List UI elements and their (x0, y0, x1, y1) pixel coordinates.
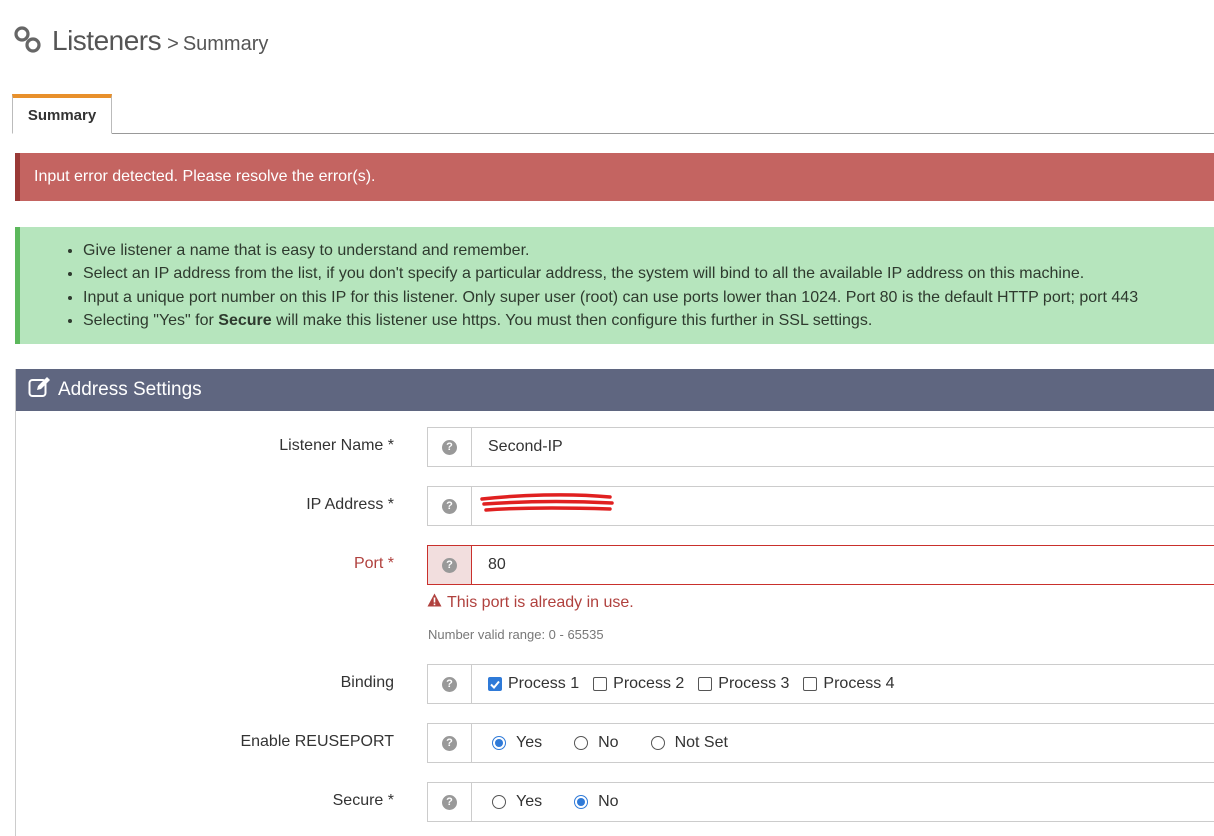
page-header: Listeners > Summary (14, 22, 268, 57)
binding-option-label: Process 1 (508, 675, 580, 692)
radio-label: No (598, 734, 619, 751)
help-icon[interactable]: ? (428, 428, 472, 466)
reuseport-no[interactable]: No (572, 734, 619, 752)
info-item-text: Selecting "Yes" for (83, 311, 219, 329)
info-item: Give listener a name that is easy to und… (83, 239, 1214, 262)
radio[interactable] (492, 795, 506, 809)
edit-icon (28, 376, 52, 404)
panel-header: Address Settings (16, 369, 1214, 411)
error-banner: Input error detected. Please resolve the… (15, 153, 1214, 201)
radio-label: Yes (516, 734, 543, 751)
breadcrumb-separator: > (167, 33, 179, 55)
panel-title: Address Settings (58, 379, 202, 400)
error-banner-text: Input error detected. Please resolve the… (34, 168, 376, 185)
checkbox[interactable] (698, 677, 713, 691)
binding-field: ? Process 1 Process 2 Process 3 Process … (427, 664, 1214, 704)
reuseport-not-set[interactable]: Not Set (649, 734, 728, 752)
binding-option-label: Process 2 (613, 675, 685, 692)
ip-address-label: IP Address * (306, 496, 394, 513)
info-item-text: will make this listener use https. You m… (271, 311, 873, 329)
port-field[interactable]: ? 80 (427, 545, 1214, 585)
tab-bar: Summary (12, 94, 1214, 134)
help-icon[interactable]: ? (428, 487, 472, 525)
port-hint: Number valid range: 0 - 65535 (428, 627, 604, 642)
radio[interactable] (650, 736, 665, 750)
radio-selected[interactable] (574, 795, 589, 809)
breadcrumb-current: Summary (182, 33, 269, 55)
radio-label: No (598, 793, 619, 810)
port-error-text: This port is already in use. (447, 593, 634, 611)
help-icon[interactable]: ? (428, 783, 472, 821)
ip-address-field[interactable]: ? (427, 486, 1214, 526)
binding-label: Binding (340, 674, 394, 691)
binding-process-4[interactable]: Process 4 (803, 675, 895, 693)
info-item: Select an IP address from the list, if y… (83, 262, 1214, 285)
radio-label: Not Set (674, 734, 728, 751)
port-label: Port * (353, 555, 394, 572)
secure-no[interactable]: No (572, 793, 619, 811)
info-list: Give listener a name that is easy to und… (20, 227, 1214, 332)
binding-process-2[interactable]: Process 2 (593, 675, 684, 693)
radio-label: Yes (516, 793, 543, 810)
checkbox-checked[interactable] (488, 677, 502, 691)
help-icon[interactable]: ? (428, 665, 472, 703)
help-icon[interactable]: ? (428, 546, 472, 584)
reuseport-label: Enable REUSEPORT (240, 733, 394, 750)
tab-summary[interactable]: Summary (12, 94, 112, 134)
secure-options: Yes No (490, 793, 649, 811)
info-item: Input a unique port number on this IP fo… (83, 286, 1214, 309)
info-box: Give listener a name that is easy to und… (15, 227, 1214, 344)
reuseport-yes[interactable]: Yes (490, 734, 542, 752)
checkbox[interactable] (593, 677, 608, 691)
binding-process-1[interactable]: Process 1 (488, 675, 579, 693)
radio-selected[interactable] (492, 736, 506, 750)
reuseport-options: Yes No Not Set (490, 734, 758, 752)
info-item: Selecting "Yes" for Secure will make thi… (83, 309, 1214, 332)
help-icon[interactable]: ? (428, 724, 472, 762)
listener-name-field[interactable]: ? Second-IP (427, 427, 1214, 467)
binding-options: Process 1 Process 2 Process 3 Process 4 (488, 675, 909, 693)
listener-name-label: Listener Name * (279, 437, 394, 454)
checkbox[interactable] (803, 677, 818, 691)
address-settings-panel: Address Settings Listener Name * ? Secon… (15, 369, 1214, 836)
listener-name-value[interactable]: Second-IP (488, 438, 563, 456)
warning-icon (427, 593, 447, 612)
secure-label: Secure * (332, 792, 394, 809)
info-item-bold: Secure (218, 311, 272, 329)
radio[interactable] (574, 736, 589, 750)
binding-process-3[interactable]: Process 3 (698, 675, 789, 693)
secure-yes[interactable]: Yes (490, 793, 542, 811)
port-error: This port is already in use. (427, 593, 634, 612)
port-value[interactable]: 80 (488, 556, 506, 574)
page-title: Listeners (52, 25, 162, 56)
binding-option-label: Process 4 (823, 675, 895, 692)
link-icon (14, 26, 42, 59)
redaction-scribble (478, 489, 618, 524)
binding-option-label: Process 3 (718, 675, 790, 692)
reuseport-field: ? Yes No Not Set (427, 723, 1214, 763)
secure-field: ? Yes No (427, 782, 1214, 822)
